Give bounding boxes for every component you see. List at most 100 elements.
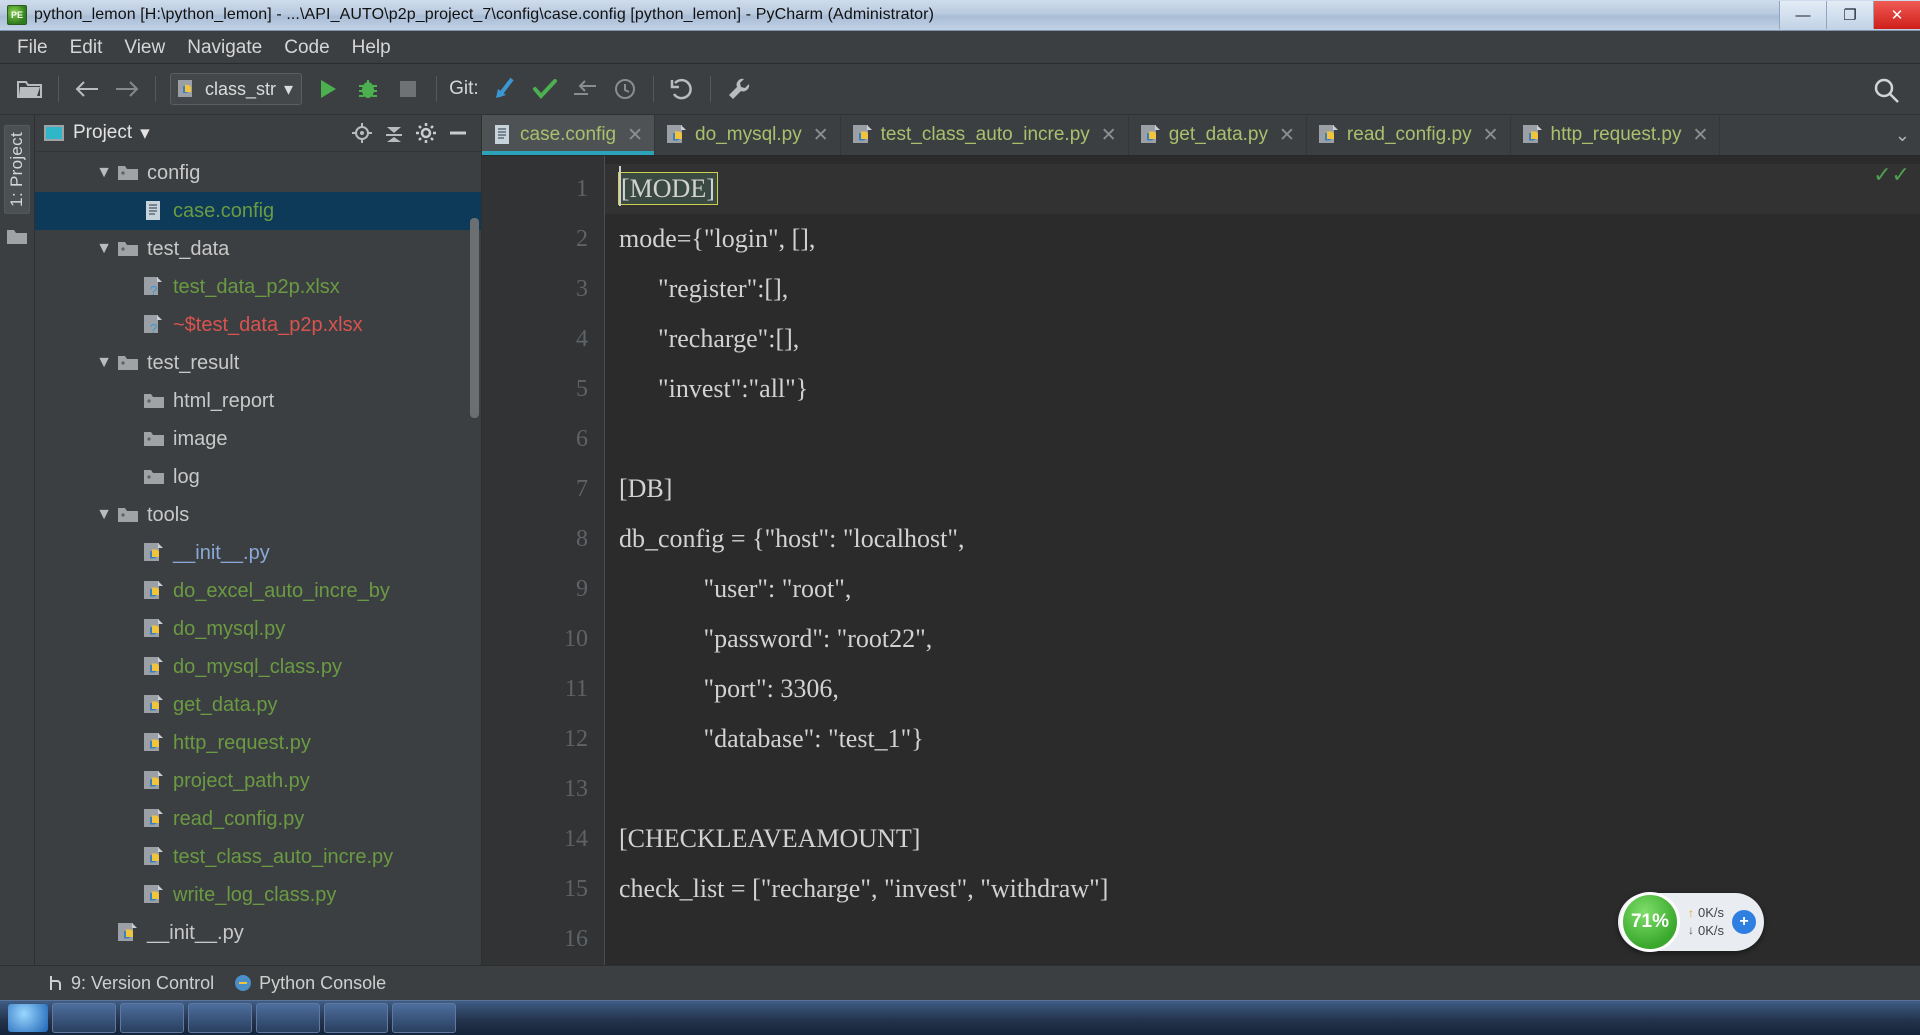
tree-node[interactable]: ▼ config	[35, 154, 481, 192]
tree-node[interactable]: read_config.py	[35, 800, 481, 838]
tree-node[interactable]: do_mysql_class.py	[35, 648, 481, 686]
tree-node[interactable]: http_request.py	[35, 724, 481, 762]
forward-arrow-icon[interactable]	[110, 72, 144, 106]
tree-node[interactable]: test_class_auto_incre.py	[35, 838, 481, 876]
menu-file[interactable]: File	[6, 35, 59, 60]
python-icon	[141, 618, 167, 640]
code-content[interactable]: [MODE] mode={"login", [], "register":[], …	[605, 156, 1920, 965]
start-button[interactable]	[8, 1004, 48, 1032]
folder-icon[interactable]	[6, 228, 28, 246]
tree-twisty-icon[interactable]: ▼	[93, 506, 115, 524]
close-icon[interactable]: ✕	[627, 124, 643, 147]
close-icon[interactable]: ✕	[1101, 124, 1117, 147]
editor-tab[interactable]: test_class_auto_incre.py ✕	[841, 115, 1129, 155]
git-update-icon[interactable]	[488, 72, 522, 106]
git-push-icon[interactable]	[568, 72, 602, 106]
gear-icon[interactable]	[415, 122, 437, 144]
locate-icon[interactable]	[351, 122, 373, 144]
close-icon[interactable]: ✕	[1279, 124, 1295, 147]
menu-code[interactable]: Code	[273, 35, 340, 60]
back-arrow-icon[interactable]	[70, 72, 104, 106]
menu-help[interactable]: Help	[341, 35, 402, 60]
stop-icon[interactable]	[391, 72, 425, 106]
code-line[interactable]: "user": "root",	[605, 564, 1920, 614]
tree-twisty-icon[interactable]: ▼	[93, 354, 115, 372]
run-icon[interactable]	[311, 72, 345, 106]
maximize-button[interactable]: ❐	[1826, 1, 1873, 29]
editor-tab[interactable]: read_config.py ✕	[1307, 115, 1511, 155]
code-line[interactable]: [MODE]	[605, 164, 1920, 214]
tree-node[interactable]: html_report	[35, 382, 481, 420]
tree-node[interactable]: case.config	[35, 192, 481, 230]
menu-edit[interactable]: Edit	[59, 35, 114, 60]
code-line[interactable]: "password": "root22",	[605, 614, 1920, 664]
menu-view[interactable]: View	[113, 35, 176, 60]
code-line[interactable]	[605, 414, 1920, 464]
taskbar-app-4[interactable]	[256, 1003, 320, 1033]
code-line[interactable]: "recharge":[],	[605, 314, 1920, 364]
status-python-console[interactable]: Python Console	[234, 973, 386, 994]
chevron-down-icon[interactable]: ▾	[284, 79, 293, 100]
editor-tab[interactable]: http_request.py ✕	[1511, 115, 1721, 155]
status-version-control[interactable]: 9: Version Control	[48, 973, 214, 994]
minimize-button[interactable]: —	[1779, 1, 1826, 29]
close-icon[interactable]: ✕	[1483, 124, 1499, 147]
tree-twisty-icon[interactable]: ▼	[93, 240, 115, 258]
taskbar-app-6[interactable]	[392, 1003, 456, 1033]
taskbar-app-1[interactable]	[52, 1003, 116, 1033]
chevron-down-icon[interactable]: ▾	[140, 122, 150, 145]
project-tree-scrollbar[interactable]	[470, 218, 479, 418]
tree-node[interactable]: ? test_data_p2p.xlsx	[35, 268, 481, 306]
editor-tab[interactable]: do_mysql.py ✕	[655, 115, 841, 155]
code-line[interactable]: [DB]	[605, 464, 1920, 514]
collapse-all-icon[interactable]	[383, 122, 405, 144]
close-button[interactable]: ✕	[1873, 1, 1920, 29]
tree-node-label: tools	[147, 504, 190, 526]
tree-node[interactable]: do_mysql.py	[35, 610, 481, 648]
sidebar-item-project[interactable]: 1: Project	[4, 125, 30, 214]
network-badge[interactable]: +	[1732, 910, 1756, 934]
tree-node[interactable]: get_data.py	[35, 686, 481, 724]
git-history-icon[interactable]	[608, 72, 642, 106]
tree-twisty-icon[interactable]: ▼	[93, 164, 115, 182]
tree-node[interactable]: write_log_class.py	[35, 876, 481, 914]
tree-node[interactable]: ▼ test_result	[35, 344, 481, 382]
debug-icon[interactable]	[351, 72, 385, 106]
tree-node[interactable]: project_path.py	[35, 762, 481, 800]
code-line[interactable]: [CHECKLEAVEAMOUNT]	[605, 814, 1920, 864]
close-icon[interactable]: ✕	[1692, 124, 1708, 147]
menu-navigate[interactable]: Navigate	[176, 35, 273, 60]
code-line[interactable]	[605, 764, 1920, 814]
code-line[interactable]: "register":[],	[605, 264, 1920, 314]
code-line[interactable]: db_config = {"host": "localhost",	[605, 514, 1920, 564]
run-configuration-selector[interactable]: class_str ▾	[170, 73, 303, 105]
editor-tab[interactable]: get_data.py ✕	[1129, 115, 1307, 155]
code-line[interactable]: "database": "test_1"}	[605, 714, 1920, 764]
code-line[interactable]: "invest":"all"}	[605, 364, 1920, 414]
tree-node[interactable]: ▼ test_data	[35, 230, 481, 268]
open-folder-icon[interactable]	[13, 72, 47, 106]
search-icon[interactable]	[1869, 73, 1903, 107]
git-commit-icon[interactable]	[528, 72, 562, 106]
tree-node[interactable]: image	[35, 420, 481, 458]
hide-icon[interactable]	[447, 122, 469, 144]
project-tree[interactable]: ▼ config case.config ▼ test_data? test_data_p…	[35, 152, 481, 965]
tree-node[interactable]: ▼ tools	[35, 496, 481, 534]
network-speed-widget[interactable]: 71% ↑ 0K/s ↓ 0K/s +	[1617, 892, 1764, 952]
code-line[interactable]: mode={"login", [],	[605, 214, 1920, 264]
tabs-overflow-button[interactable]: ⌄	[1885, 115, 1920, 155]
tree-node[interactable]: do_excel_auto_incre_by	[35, 572, 481, 610]
inspection-status-icon[interactable]: ✓✓	[1873, 164, 1910, 186]
tree-node[interactable]: log	[35, 458, 481, 496]
editor-tab[interactable]: case.config ✕	[482, 115, 656, 155]
tree-node[interactable]: __init__.py	[35, 534, 481, 572]
undo-icon[interactable]	[665, 72, 699, 106]
close-icon[interactable]: ✕	[813, 124, 829, 147]
taskbar-app-5[interactable]	[324, 1003, 388, 1033]
taskbar-app-2[interactable]	[120, 1003, 184, 1033]
tree-node[interactable]: __init__.py	[35, 914, 481, 952]
taskbar-app-3[interactable]	[188, 1003, 252, 1033]
tree-node[interactable]: ? ~$test_data_p2p.xlsx	[35, 306, 481, 344]
wrench-icon[interactable]	[722, 72, 756, 106]
code-line[interactable]: "port": 3306,	[605, 664, 1920, 714]
